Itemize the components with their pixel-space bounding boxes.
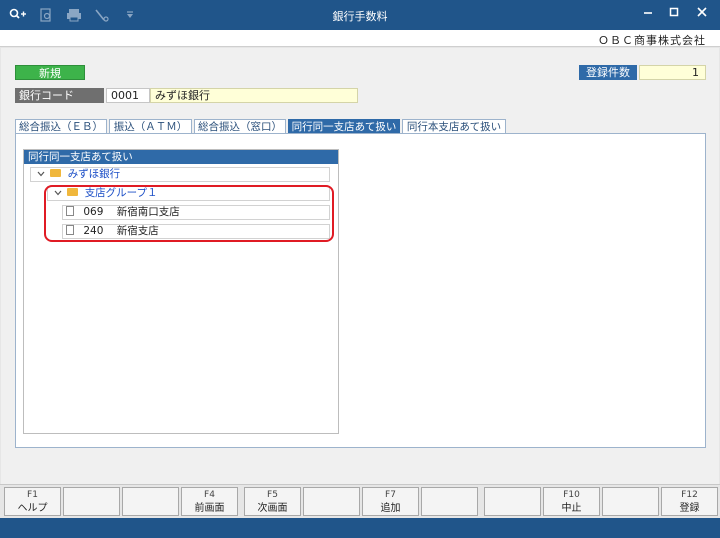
bank-name-field: みずほ銀行	[150, 88, 358, 103]
tree-root-node[interactable]: みずほ銀行	[37, 167, 120, 182]
fkey-number: F5	[267, 490, 278, 500]
fkey-label: 次画面	[257, 503, 288, 514]
fkey-label: 登録	[679, 503, 700, 514]
company-name: ＯＢＣ商事株式会社	[598, 34, 706, 47]
fkey-label: 追加	[380, 503, 401, 514]
f11-button[interactable]	[602, 487, 659, 516]
tab-same-branch[interactable]: 同行同一支店あて扱い	[288, 119, 400, 134]
f12-button[interactable]: F12 登録	[661, 487, 718, 516]
registered-count-value: 1	[639, 65, 706, 80]
fkey-number: F7	[385, 490, 396, 500]
fkey-number: F4	[204, 490, 215, 500]
highlight-annotation	[44, 185, 334, 242]
tab-sougou-eb[interactable]: 総合振込（ＥＢ）	[15, 119, 107, 134]
f9-button[interactable]	[484, 487, 541, 516]
chevron-down-icon[interactable]	[37, 168, 47, 183]
f5-button[interactable]: F5 次画面	[244, 487, 301, 516]
fkey-label: ヘルプ	[17, 503, 48, 514]
fkey-label: 前画面	[194, 503, 225, 514]
company-bar: ＯＢＣ商事株式会社	[0, 30, 720, 47]
tab-other-branch[interactable]: 同行本支店あて扱い	[402, 119, 506, 134]
tab-sougou-madoguchi[interactable]: 総合振込（窓口）	[194, 119, 286, 134]
folder-icon	[50, 169, 62, 177]
mode-badge: 新規	[15, 65, 85, 80]
f3-button[interactable]	[122, 487, 179, 516]
f1-button[interactable]: F1 ヘルプ	[4, 487, 61, 516]
tree-header: 同行同一支店あて扱い	[24, 150, 338, 164]
status-bar	[0, 518, 720, 538]
fkey-label: 中止	[561, 503, 582, 514]
title-bar: 銀行手数料	[0, 0, 720, 30]
registered-count-label: 登録件数	[579, 65, 637, 80]
f8-button[interactable]	[421, 487, 478, 516]
bank-code-label: 銀行コード	[15, 88, 104, 103]
tree-root-label: みずほ銀行	[67, 168, 121, 180]
f7-button[interactable]: F7 追加	[362, 487, 419, 516]
close-icon[interactable]	[692, 6, 712, 24]
bank-code-field[interactable]: 0001	[106, 88, 150, 103]
f6-button[interactable]	[303, 487, 360, 516]
f10-button[interactable]: F10 中止	[543, 487, 600, 516]
fkey-number: F10	[563, 490, 580, 500]
minimize-icon[interactable]	[638, 6, 658, 24]
tab-furikomi-atm[interactable]: 振込（ＡＴＭ）	[109, 119, 192, 134]
f4-button[interactable]: F4 前画面	[181, 487, 238, 516]
fkey-number: F12	[681, 490, 698, 500]
fkey-number: F1	[27, 490, 38, 500]
f2-button[interactable]	[63, 487, 120, 516]
maximize-icon[interactable]	[664, 6, 684, 24]
window-title: 銀行手数料	[332, 10, 388, 23]
